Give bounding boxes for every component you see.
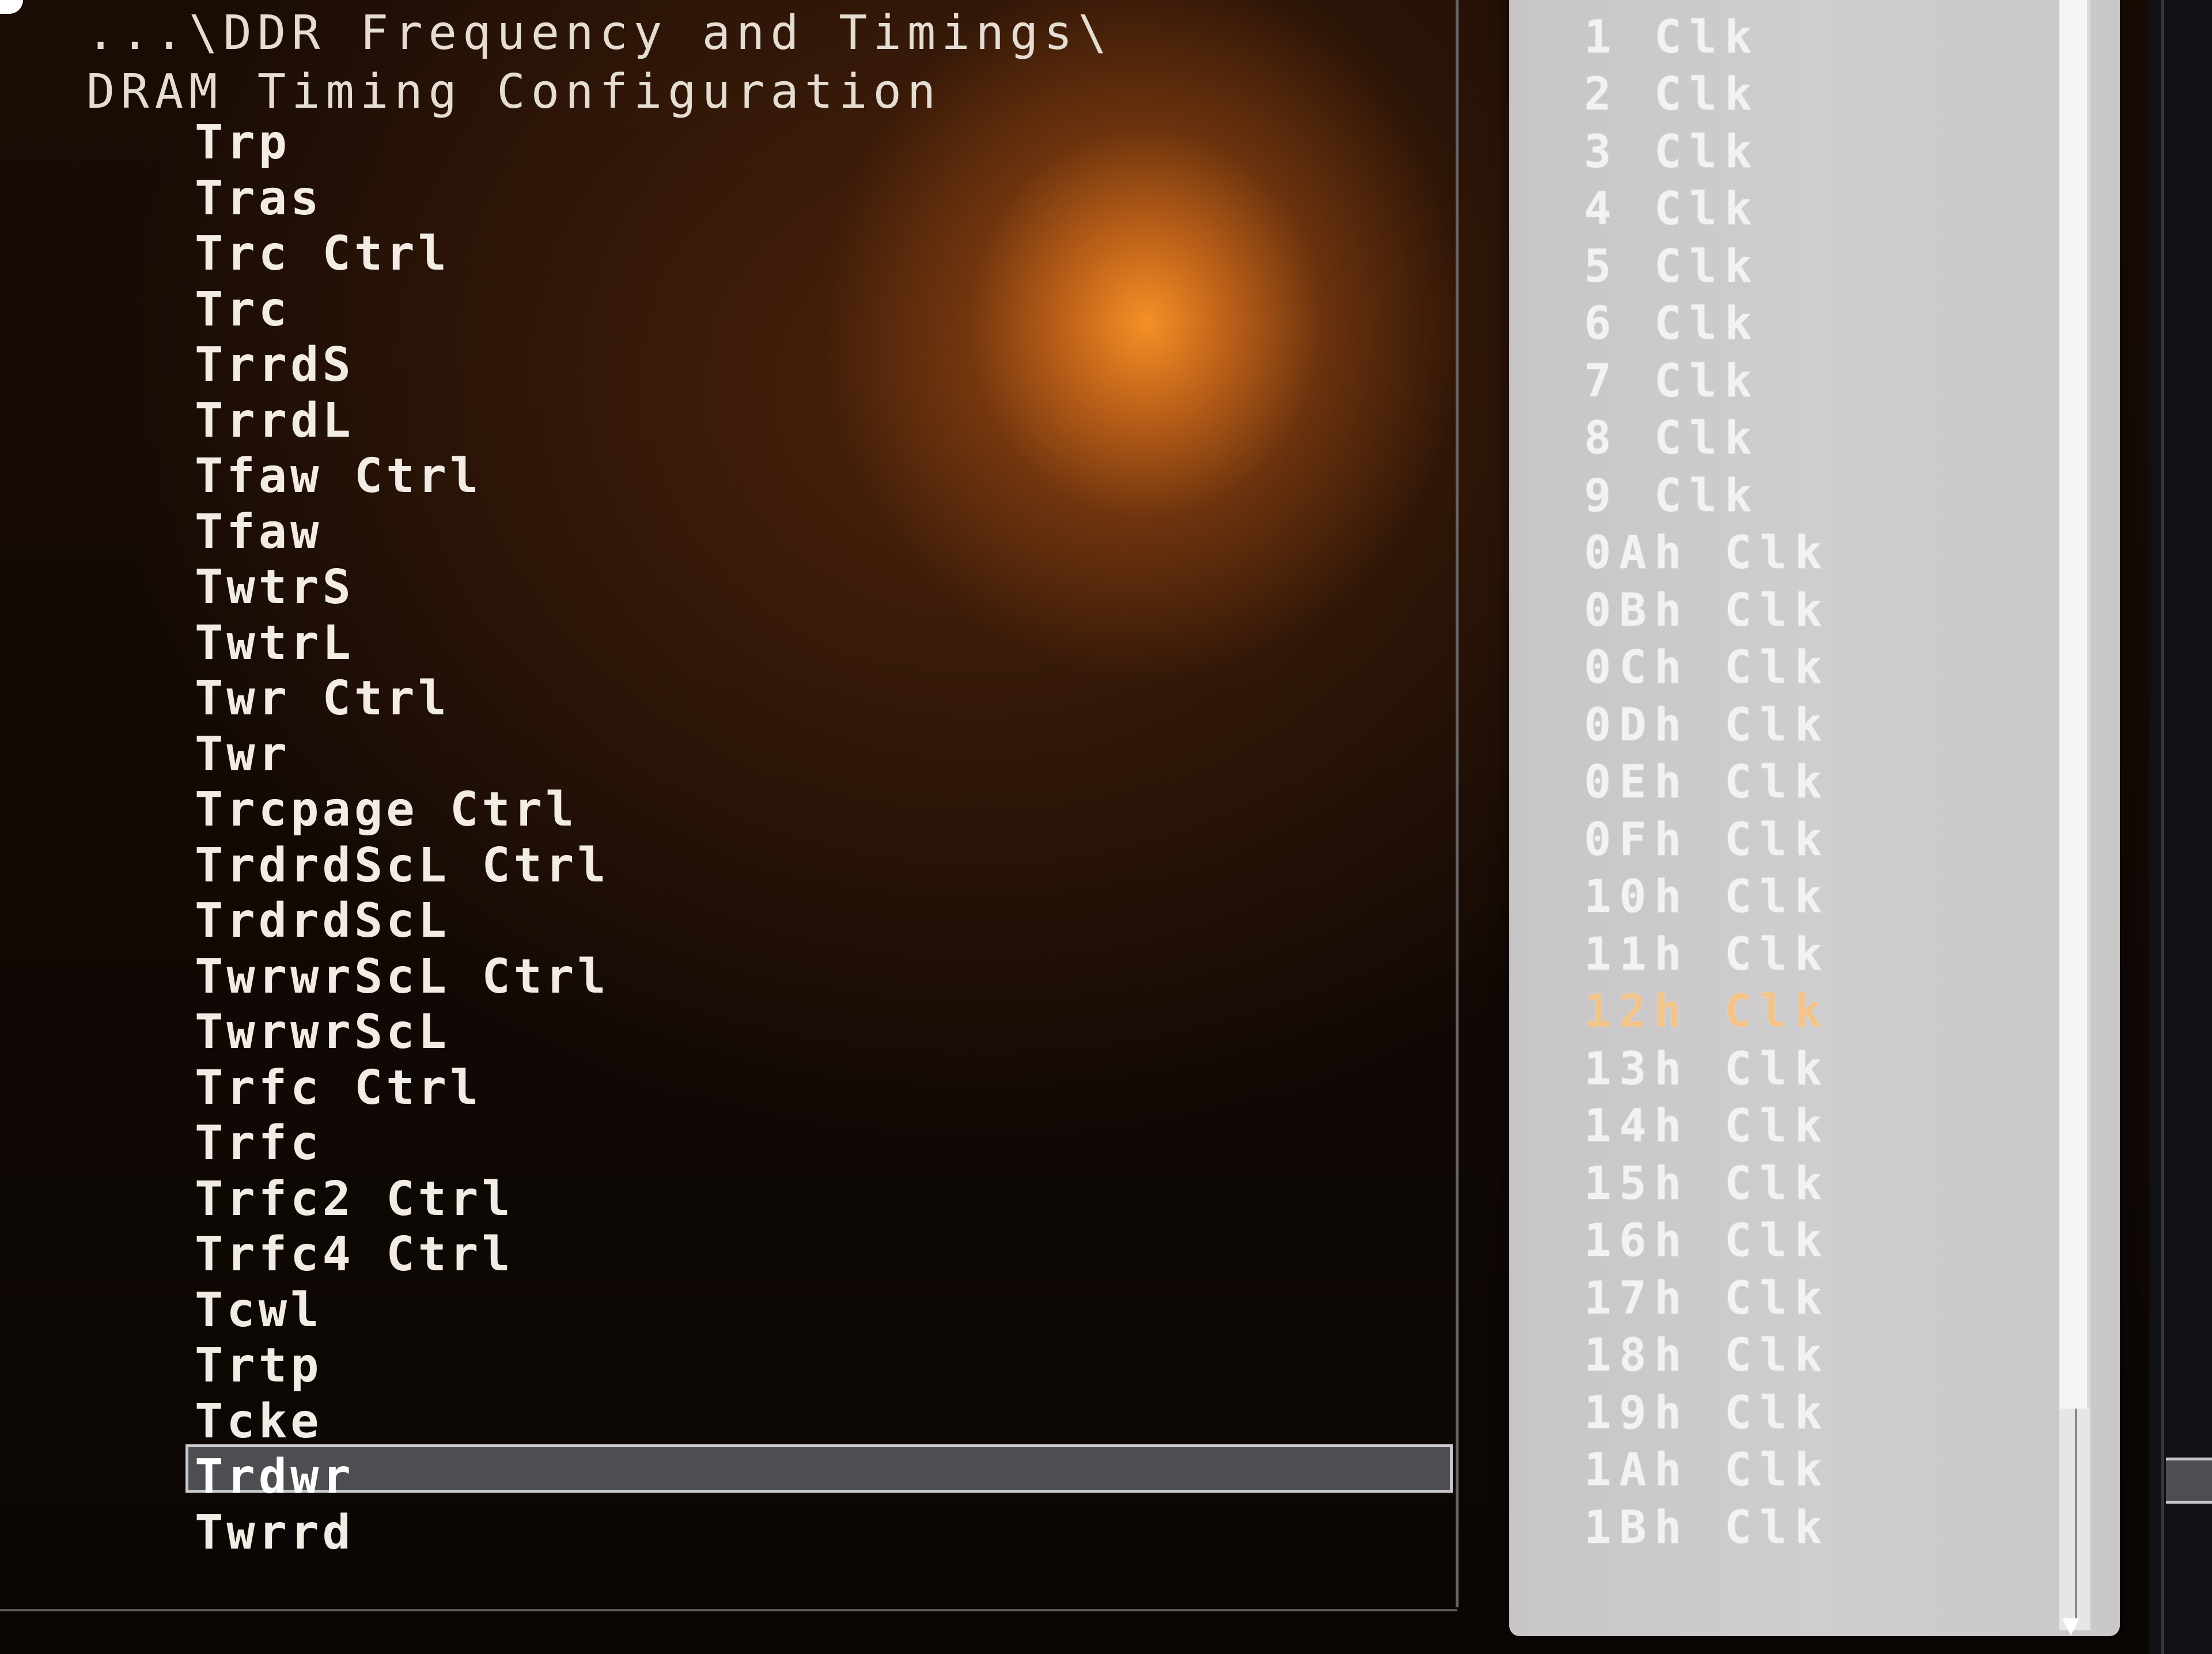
- settings-pane: ...\DDR Frequency and Timings\ DRAM Timi…: [0, 0, 1457, 1607]
- dropdown-option-18h-clk[interactable]: 18h Clk: [1584, 1327, 1830, 1385]
- dropdown-option-10h-clk[interactable]: 10h Clk: [1584, 869, 1830, 926]
- menu-item-trfc4-ctrl[interactable]: Trfc4 Ctrl: [195, 1227, 609, 1283]
- menu-item-twrwrscl[interactable]: TwrwrScL: [195, 1005, 609, 1061]
- menu-item-trrds[interactable]: TrrdS: [195, 338, 609, 393]
- dropdown-option-0bh-clk[interactable]: 0Bh Clk: [1584, 582, 1830, 640]
- dropdown-options-list: Auto1 Clk2 Clk3 Clk4 Clk5 Clk6 Clk7 Clk8…: [1584, 0, 1830, 1557]
- menu-item-twrrd[interactable]: Twrrd: [195, 1505, 609, 1561]
- menu-item-trp[interactable]: Trp: [195, 115, 609, 171]
- dropdown-option-0dh-clk[interactable]: 0Dh Clk: [1584, 697, 1830, 755]
- dropdown-scrollbar-thumb[interactable]: [2059, 0, 2090, 1409]
- menu-item-trfc2-ctrl[interactable]: Trfc2 Ctrl: [195, 1172, 609, 1228]
- menu-item-tfaw-ctrl[interactable]: Tfaw Ctrl: [195, 449, 609, 505]
- right-edge-panel: [2149, 0, 2212, 1654]
- pane-divider: [1456, 0, 1459, 1607]
- dropdown-option-19h-clk[interactable]: 19h Clk: [1584, 1385, 1830, 1443]
- menu-item-trrdl[interactable]: TrrdL: [195, 393, 609, 449]
- dropdown-option-1ah-clk[interactable]: 1Ah Clk: [1584, 1442, 1830, 1500]
- dropdown-option-auto[interactable]: Auto: [1584, 0, 1830, 9]
- dropdown-option-2-clk[interactable]: 2 Clk: [1584, 66, 1830, 124]
- right-edge-selection-stub: [2166, 1458, 2212, 1504]
- menu-item-twtrl[interactable]: TwtrL: [195, 616, 609, 672]
- menu-item-trfc-ctrl[interactable]: Trfc Ctrl: [195, 1061, 609, 1116]
- dropdown-option-1bh-clk[interactable]: 1Bh Clk: [1584, 1500, 1830, 1557]
- menu-item-twtrs[interactable]: TwtrS: [195, 560, 609, 616]
- dropdown-option-0eh-clk[interactable]: 0Eh Clk: [1584, 754, 1830, 812]
- dropdown-option-16h-clk[interactable]: 16h Clk: [1584, 1213, 1830, 1270]
- section-title: DRAM Timing Configuration: [86, 65, 942, 119]
- menu-item-trdrdscl[interactable]: TrdrdScL: [195, 894, 609, 949]
- dropdown-option-4-clk[interactable]: 4 Clk: [1584, 181, 1830, 239]
- menu-item-trfc[interactable]: Trfc: [195, 1116, 609, 1172]
- menu-item-trc[interactable]: Trc: [195, 282, 609, 338]
- menu-item-trdrdscl-ctrl[interactable]: TrdrdScL Ctrl: [195, 838, 609, 894]
- menu-item-trtp[interactable]: Trtp: [195, 1338, 609, 1394]
- menu-item-tcke[interactable]: Tcke: [195, 1394, 609, 1450]
- dropdown-option-15h-clk[interactable]: 15h Clk: [1584, 1156, 1830, 1213]
- dropdown-option-1-clk[interactable]: 1 Clk: [1584, 9, 1830, 67]
- dropdown-option-8-clk[interactable]: 8 Clk: [1584, 410, 1830, 468]
- dropdown-option-11h-clk[interactable]: 11h Clk: [1584, 926, 1830, 984]
- scroll-down-arrow-icon[interactable]: ▼: [2062, 1610, 2080, 1639]
- dropdown-option-9-clk[interactable]: 9 Clk: [1584, 468, 1830, 525]
- timing-menu-list: Trp Tras Trc Ctrl Trc TrrdS TrrdL Tfaw Ctrl Tfa…: [195, 115, 609, 1561]
- dropdown-option-5-clk[interactable]: 5 Clk: [1584, 239, 1830, 296]
- menu-item-twrwrscl-ctrl[interactable]: TwrwrScL Ctrl: [195, 949, 609, 1005]
- menu-item-tcwl[interactable]: Tcwl: [195, 1283, 609, 1339]
- breadcrumb: ...\DDR Frequency and Timings\: [86, 6, 1113, 60]
- dropdown-option-14h-clk[interactable]: 14h Clk: [1584, 1098, 1830, 1156]
- dropdown-option-6-clk[interactable]: 6 Clk: [1584, 296, 1830, 353]
- dropdown-option-3-clk[interactable]: 3 Clk: [1584, 124, 1830, 181]
- dropdown-option-0ch-clk[interactable]: 0Ch Clk: [1584, 639, 1830, 697]
- dropdown-option-13h-clk[interactable]: 13h Clk: [1584, 1041, 1830, 1099]
- menu-item-twr-ctrl[interactable]: Twr Ctrl: [195, 671, 609, 727]
- value-dropdown-popup: Auto1 Clk2 Clk3 Clk4 Clk5 Clk6 Clk7 Clk8…: [1509, 0, 2120, 1636]
- menu-item-trc-ctrl[interactable]: Trc Ctrl: [195, 226, 609, 282]
- menu-item-trcpage-ctrl[interactable]: Trcpage Ctrl: [195, 782, 609, 838]
- right-edge-divider: [2161, 0, 2164, 1654]
- dropdown-option-0fh-clk[interactable]: 0Fh Clk: [1584, 812, 1830, 869]
- dropdown-option-12h-clk[interactable]: 12h Clk: [1584, 983, 1830, 1041]
- menu-item-tras[interactable]: Tras: [195, 171, 609, 227]
- menu-item-tfaw[interactable]: Tfaw: [195, 505, 609, 561]
- menu-item-trdwr[interactable]: Trdwr: [195, 1449, 609, 1505]
- dropdown-option-17h-clk[interactable]: 17h Clk: [1584, 1270, 1830, 1328]
- dropdown-option-0ah-clk[interactable]: 0Ah Clk: [1584, 525, 1830, 582]
- bottom-divider: [0, 1609, 1457, 1611]
- dropdown-scrollbar-rail: [2075, 1409, 2077, 1622]
- menu-item-twr[interactable]: Twr: [195, 727, 609, 783]
- dropdown-option-7-clk[interactable]: 7 Clk: [1584, 353, 1830, 411]
